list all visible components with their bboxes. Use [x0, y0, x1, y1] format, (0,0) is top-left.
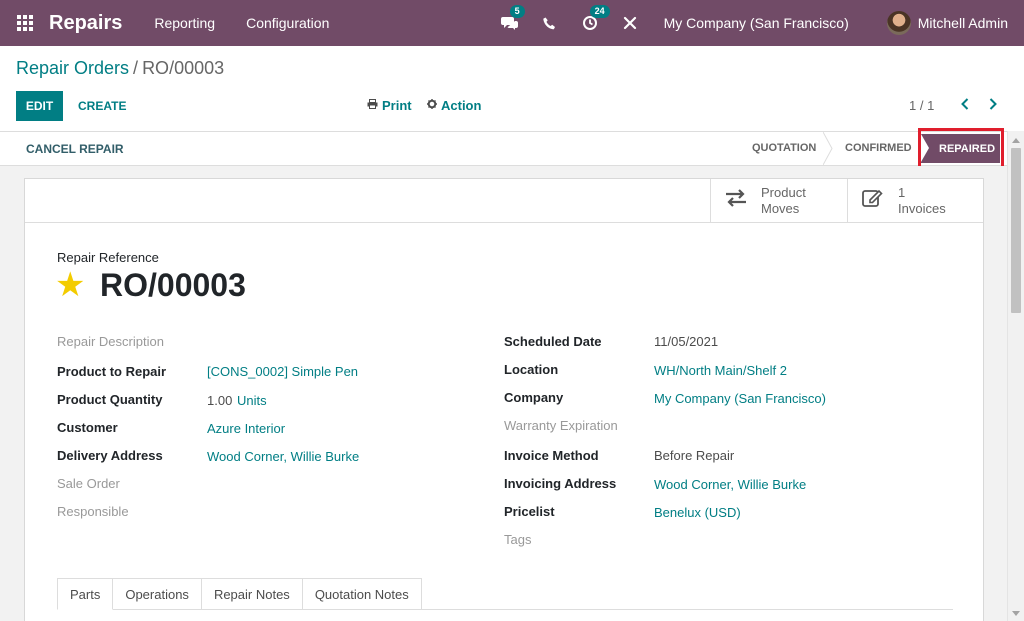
breadcrumb-separator: / — [133, 58, 139, 78]
messages-icon[interactable]: 5 — [500, 5, 525, 33]
gear-icon — [427, 99, 437, 112]
scroll-up-arrow-icon[interactable] — [1012, 138, 1020, 143]
stage-divider — [823, 132, 833, 165]
form-sheet: Product Moves 1 Invoices Repair Reference … — [24, 178, 984, 621]
product-quantity-label: Product Quantity — [57, 392, 163, 407]
activities-icon[interactable]: 24 — [580, 5, 610, 33]
menu-configuration[interactable]: Configuration — [246, 15, 329, 31]
tab-quotation-notes[interactable]: Quotation Notes — [302, 578, 422, 610]
delivery-address-value[interactable]: Wood Corner, Willie Burke — [207, 449, 359, 464]
user-menu[interactable]: Mitchell Admin — [918, 15, 1008, 31]
print-label: Print — [382, 98, 412, 113]
menu-reporting[interactable]: Reporting — [154, 15, 215, 31]
tab-parts[interactable]: Parts — [57, 578, 114, 610]
company-switcher[interactable]: My Company (San Francisco) — [664, 15, 849, 31]
smart-button-box: Product Moves 1 Invoices — [25, 179, 983, 223]
pricelist-label: Pricelist — [504, 504, 555, 519]
stage-confirmed[interactable]: CONFIRMED — [845, 142, 912, 154]
apps-menu-icon[interactable] — [17, 15, 33, 31]
invoices-button[interactable]: 1 Invoices — [847, 179, 984, 223]
chevron-left-icon — [961, 97, 969, 113]
product-moves-line2: Moves — [761, 201, 800, 216]
phone-icon[interactable] — [540, 13, 560, 33]
action-button[interactable]: Action — [427, 98, 481, 113]
scroll-down-arrow-icon[interactable] — [1012, 611, 1020, 616]
product-to-repair-label: Product to Repair — [57, 364, 167, 379]
create-button[interactable]: CREATE — [68, 91, 136, 121]
delivery-address-label: Delivery Address — [57, 448, 163, 463]
top-navbar: Repairs Reporting Configuration 5 24 My … — [0, 0, 1024, 46]
invoicing-address-label: Invoicing Address — [504, 476, 617, 491]
activities-badge: 24 — [589, 5, 610, 18]
app-name[interactable]: Repairs — [49, 12, 122, 35]
pricelist-value[interactable]: Benelux (USD) — [654, 505, 741, 520]
print-button[interactable]: Print — [367, 98, 412, 113]
scheduled-date-value: 11/05/2021 — [654, 334, 719, 349]
pager-next-button[interactable] — [986, 96, 1000, 114]
warranty-expiration-label: Warranty Expiration — [504, 418, 618, 433]
pager-value[interactable]: 1 / 1 — [909, 98, 934, 113]
product-quantity-value: 1.00 — [207, 393, 233, 408]
user-avatar[interactable] — [886, 11, 911, 35]
invoice-method-label: Invoice Method — [504, 448, 599, 463]
edit-button[interactable]: EDIT — [16, 91, 63, 121]
location-label: Location — [504, 362, 559, 377]
repair-description-label: Repair Description — [57, 334, 164, 349]
exchange-icon — [723, 189, 749, 213]
invoices-label: Invoices — [898, 201, 946, 216]
messages-badge: 5 — [509, 5, 525, 18]
action-label: Action — [441, 98, 482, 113]
scrollbar-thumb[interactable] — [1011, 148, 1021, 313]
responsible-label: Responsible — [57, 504, 129, 519]
product-moves-line1: Product — [761, 185, 806, 200]
vertical-scrollbar[interactable] — [1007, 131, 1024, 621]
tags-label: Tags — [504, 532, 532, 547]
chevron-right-icon — [989, 97, 997, 113]
breadcrumb-parent[interactable]: Repair Orders — [16, 58, 129, 78]
breadcrumb: Repair Orders / RO/00003 — [16, 58, 224, 79]
company-value[interactable]: My Company (San Francisco) — [654, 391, 826, 406]
edit-document-icon — [860, 188, 886, 214]
tab-operations[interactable]: Operations — [113, 578, 202, 610]
customer-label: Customer — [57, 420, 118, 435]
company-label: Company — [504, 390, 564, 405]
repair-reference-label: Repair Reference — [57, 250, 159, 265]
customer-value[interactable]: Azure Interior — [207, 421, 285, 436]
product-quantity-unit[interactable]: Units — [237, 393, 267, 408]
product-to-repair-value[interactable]: [CONS_0002] Simple Pen — [207, 364, 358, 379]
stage-quotation[interactable]: QUOTATION — [752, 142, 816, 154]
scheduled-date-label: Scheduled Date — [504, 334, 602, 349]
tab-repair-notes[interactable]: Repair Notes — [201, 578, 303, 610]
print-icon — [367, 99, 378, 112]
debug-tools-icon[interactable] — [620, 13, 640, 33]
repair-reference: RO/00003 — [100, 267, 246, 303]
location-value[interactable]: WH/North Main/Shelf 2 — [654, 363, 787, 378]
product-moves-button[interactable]: Product Moves — [710, 179, 847, 223]
invoices-count: 1 — [898, 185, 906, 200]
priority-star-icon[interactable]: ★ — [55, 268, 85, 302]
status-bar: CANCEL REPAIR QUOTATION CONFIRMED REPAIR… — [0, 131, 1007, 166]
notebook-tabs: Parts Operations Repair Notes Quotation … — [57, 578, 422, 610]
invoicing-address-value[interactable]: Wood Corner, Willie Burke — [654, 477, 806, 492]
sale-order-label: Sale Order — [57, 476, 120, 491]
pager-previous-button[interactable] — [958, 96, 972, 114]
invoice-method-value: Before Repair — [654, 448, 735, 463]
breadcrumb-current: RO/00003 — [142, 58, 225, 78]
cancel-repair-button[interactable]: CANCEL REPAIR — [26, 142, 124, 156]
